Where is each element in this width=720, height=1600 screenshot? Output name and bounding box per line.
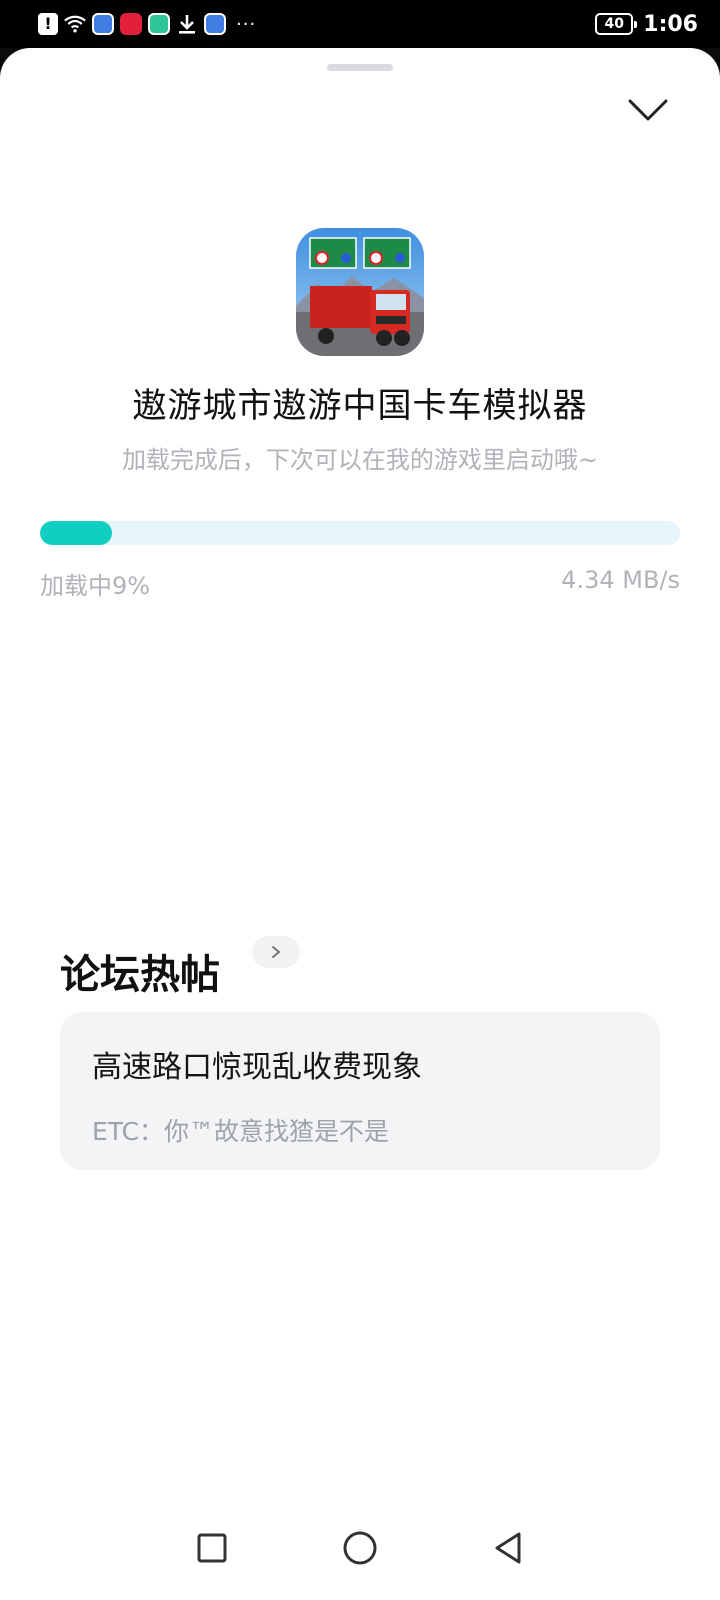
loading-hint: 加载完成后，下次可以在我的游戏里启动哦~: [121, 446, 599, 474]
drag-handle[interactable]: [327, 64, 393, 71]
post-title: 高速路口惊现乱收费现象: [92, 1050, 422, 1085]
collapse-button[interactable]: [620, 90, 676, 130]
post-excerpt: ETC：你™故意找猹是不是: [92, 1117, 390, 1146]
loading-percent-text: 加载中9%: [40, 572, 151, 600]
chat-app-icon: [148, 13, 170, 35]
game-title: 遨游城市遨游中国卡车模拟器: [132, 386, 588, 426]
clock: 1:06: [643, 11, 698, 37]
recent-apps-button[interactable]: [182, 1518, 242, 1578]
home-icon: [343, 1531, 377, 1565]
back-icon: [495, 1532, 521, 1564]
download-speed-text: 4.34 MB/s: [561, 566, 680, 594]
status-right: 40 1:06: [595, 12, 698, 37]
browser-app-icon: [92, 13, 114, 35]
browser-app-icon: [204, 13, 226, 35]
status-icons: ! ···: [38, 13, 256, 35]
status-bar: ! ··· 40 1:06: [0, 0, 720, 48]
home-button[interactable]: [330, 1518, 390, 1578]
loading-progress-fill: [40, 521, 112, 545]
recent-apps-icon: [197, 1533, 227, 1563]
forum-section-title: 论坛热帖: [60, 952, 220, 998]
more-notifications-indicator: ···: [236, 13, 257, 35]
forum-more-button[interactable]: [252, 936, 300, 968]
battery-icon: 40: [595, 13, 638, 35]
game-app-icon: [296, 228, 424, 356]
forum-post-card[interactable]: 高速路口惊现乱收费现象 ETC：你™故意找猹是不是: [60, 1012, 660, 1170]
loading-progress-bar: [40, 521, 680, 545]
chevron-right-icon: [272, 946, 281, 958]
back-button[interactable]: [478, 1518, 538, 1578]
system-nav-bar: [0, 1508, 720, 1588]
game-loading-sheet: 遨游城市遨游中国卡车模拟器 加载完成后，下次可以在我的游戏里启动哦~ 加载中9%…: [0, 48, 720, 1600]
wifi-icon: [64, 13, 86, 35]
download-icon: [176, 13, 198, 35]
notification-alert-icon: !: [38, 13, 58, 35]
chevron-down-icon: [628, 99, 668, 121]
shopping-app-icon: [120, 13, 142, 35]
